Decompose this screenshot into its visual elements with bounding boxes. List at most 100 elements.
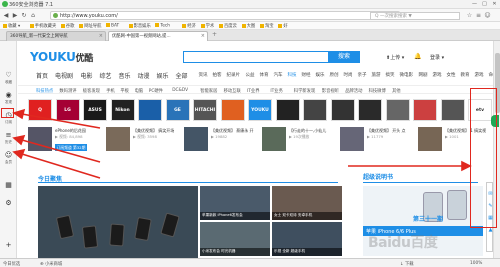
channel-small-15[interactable]: 网剧	[419, 72, 428, 78]
subnav-item[interactable]: 影音视听	[322, 88, 339, 94]
toolbar-search-input[interactable]: Q 一次搜索搜索 ▼	[370, 12, 460, 20]
bookmark-item[interactable]: 学术	[200, 23, 214, 29]
brand-logo[interactable]: ASUS	[83, 99, 107, 121]
login-button[interactable]: 登录 ▾	[430, 54, 444, 61]
subnav-item[interactable]: 科技微博	[369, 88, 386, 94]
status-item[interactable]: ↓ 下载	[400, 261, 414, 267]
close-button[interactable]: ✕	[490, 1, 499, 7]
bookmark-item[interactable]: 百度云	[219, 23, 237, 29]
new-tab-icon[interactable]: +	[212, 31, 217, 38]
channel-1[interactable]: 电视剧	[55, 71, 73, 80]
back-icon[interactable]: ◀	[2, 12, 10, 19]
brand-logo[interactable]	[138, 99, 162, 121]
qr-icon[interactable]: ▦	[1, 181, 16, 189]
address-bar[interactable]: http://www.youku.com/	[50, 11, 400, 20]
channel-small-16[interactable]: 游戏	[433, 72, 442, 78]
bookmark-item[interactable]: 手机收藏夹	[29, 23, 56, 29]
tab-close-icon[interactable]: ×	[201, 33, 205, 39]
sidebar-item-会员[interactable]: ☺ 会员	[1, 151, 16, 165]
channel-small-9[interactable]: 原创	[330, 72, 339, 78]
video-tile[interactable]: 乐视 全新 超级手机	[272, 222, 342, 256]
subnav-item[interactable]: 极客发现	[83, 88, 100, 94]
status-item[interactable]: ⊕ 小米商城	[40, 261, 62, 267]
feature-image[interactable]	[38, 186, 198, 258]
channel-card[interactable]: 【美优视频】 开头 点 ▶ 11779	[340, 127, 416, 163]
brand-logo[interactable]: Q	[28, 99, 52, 121]
subnav-item[interactable]: 品牌活动	[345, 88, 362, 94]
channel-small-3[interactable]: 公益	[246, 72, 255, 78]
channel-small-7[interactable]: 财经	[302, 72, 311, 78]
channel-6[interactable]: 娱乐	[157, 71, 169, 80]
brand-logo[interactable]: HITACHI	[193, 99, 217, 121]
subnav-item[interactable]: 平板	[120, 88, 129, 94]
channel-0[interactable]: 首页	[36, 71, 48, 80]
subnav-item[interactable]: 移动互联	[224, 88, 241, 94]
channel-card[interactable]: ePhone的后花园 ▶ 视频: 84,898 订阅频道 第32期	[28, 127, 104, 163]
channel-7[interactable]: 全部	[176, 71, 188, 80]
bookmark-item[interactable]: 淘宝	[260, 23, 274, 29]
subscribe-button[interactable]: 订阅频道 第32期	[55, 144, 87, 151]
channel-small-14[interactable]: 微电影	[400, 72, 414, 78]
subnav-item[interactable]: 数码测评	[59, 88, 76, 94]
bookmark-item[interactable]: Tech	[155, 23, 170, 29]
video-tile[interactable]: 小米发布会 时光机器	[200, 222, 270, 256]
bookmark-item[interactable]: 好	[278, 23, 288, 29]
channel-small-13[interactable]: 搞笑	[386, 72, 395, 78]
page-search-input[interactable]	[183, 51, 348, 63]
subnav-item[interactable]: 其他	[392, 88, 401, 94]
video-tile[interactable]: 苹果新款 iPhone6发布会	[200, 186, 270, 220]
bookmark-item[interactable]: 大图	[241, 23, 255, 29]
channel-card[interactable]: 【行走的十一,小仙儿 ▶ 19次播放	[262, 127, 338, 163]
channel-small-12[interactable]: 旅游	[372, 72, 381, 78]
channel-small-17[interactable]: 女性	[447, 72, 456, 78]
gear-icon[interactable]: ⚙	[1, 199, 16, 207]
channel-card[interactable]: 【美优视频】 蔡康永 开 ▶ 19882	[184, 127, 260, 163]
brand-logo[interactable]	[440, 99, 465, 121]
channel-3[interactable]: 综艺	[100, 71, 112, 80]
brand-logo[interactable]	[220, 99, 245, 121]
channel-4[interactable]: 音乐	[119, 71, 131, 80]
channel-small-11[interactable]: 亲子	[358, 72, 367, 78]
brand-logo[interactable]: YOUKU	[248, 99, 272, 121]
bell-icon[interactable]: 🔔	[414, 53, 421, 60]
brand-logo[interactable]	[330, 99, 355, 121]
channel-small-1[interactable]: 拍客	[213, 72, 222, 78]
minimize-button[interactable]: —	[470, 1, 479, 7]
tab-youku[interactable]: 优酷网-中国第一视频网站,提... ×	[108, 31, 208, 41]
brand-logo[interactable]: LG	[55, 99, 80, 121]
sidebar-item-历史[interactable]: ≡ 历史	[1, 131, 16, 145]
video-tile[interactable]: 女士 双卡双待 安卓手机	[272, 186, 342, 220]
subnav-item[interactable]: 电脑	[135, 88, 144, 94]
user-icon[interactable]: ☺	[484, 12, 491, 19]
youku-logo[interactable]: YOUKU优酷	[30, 50, 93, 64]
channel-5[interactable]: 动漫	[138, 71, 150, 80]
channel-card[interactable]: 【美优视频】 搞笑开场 ▶ 视频: 3598	[106, 127, 182, 163]
address-url[interactable]: http://www.youku.com/	[60, 13, 118, 19]
subnav-item[interactable]: 智能家居	[200, 88, 217, 94]
refresh-icon[interactable]: ↻	[20, 12, 28, 19]
channel-small-4[interactable]: 体育	[260, 72, 269, 78]
channel-small-19[interactable]: 游戏	[475, 72, 484, 78]
subnav-item[interactable]: PC硬件	[149, 88, 163, 94]
subnav-item[interactable]: DC&DV	[172, 88, 188, 93]
upload-button[interactable]: ⬆上传 ▾	[386, 54, 404, 61]
home-icon[interactable]: ⌂	[29, 12, 37, 19]
channel-small-5[interactable]: 汽车	[274, 72, 283, 78]
channel-2[interactable]: 电影	[81, 71, 93, 80]
menu-icon[interactable]: ≡	[475, 12, 482, 19]
tab-close-icon[interactable]: ×	[99, 33, 103, 39]
bookmark-item[interactable]: 经济	[182, 23, 196, 29]
brand-logo[interactable]: GE	[165, 99, 190, 121]
sidebar-item-收藏[interactable]: ♡ 收藏	[1, 71, 16, 85]
subnav-item[interactable]: 手机	[106, 88, 115, 94]
subnav-item[interactable]: 科技热点	[36, 88, 53, 94]
subnav-item[interactable]: IT业界	[247, 88, 260, 94]
channel-small-8[interactable]: 娱乐	[316, 72, 325, 78]
bookmark-item[interactable]: BAT	[106, 23, 119, 29]
bookmark-item[interactable]: 收藏 ▾	[3, 23, 20, 29]
channel-small-0[interactable]: 资讯	[199, 72, 208, 78]
bookmark-item[interactable]: 网址导航	[79, 23, 101, 29]
forward-icon[interactable]: ▶	[11, 12, 19, 19]
subnav-item[interactable]: IT业务	[270, 88, 283, 94]
bookmark-item[interactable]: 谷歌	[60, 23, 74, 29]
